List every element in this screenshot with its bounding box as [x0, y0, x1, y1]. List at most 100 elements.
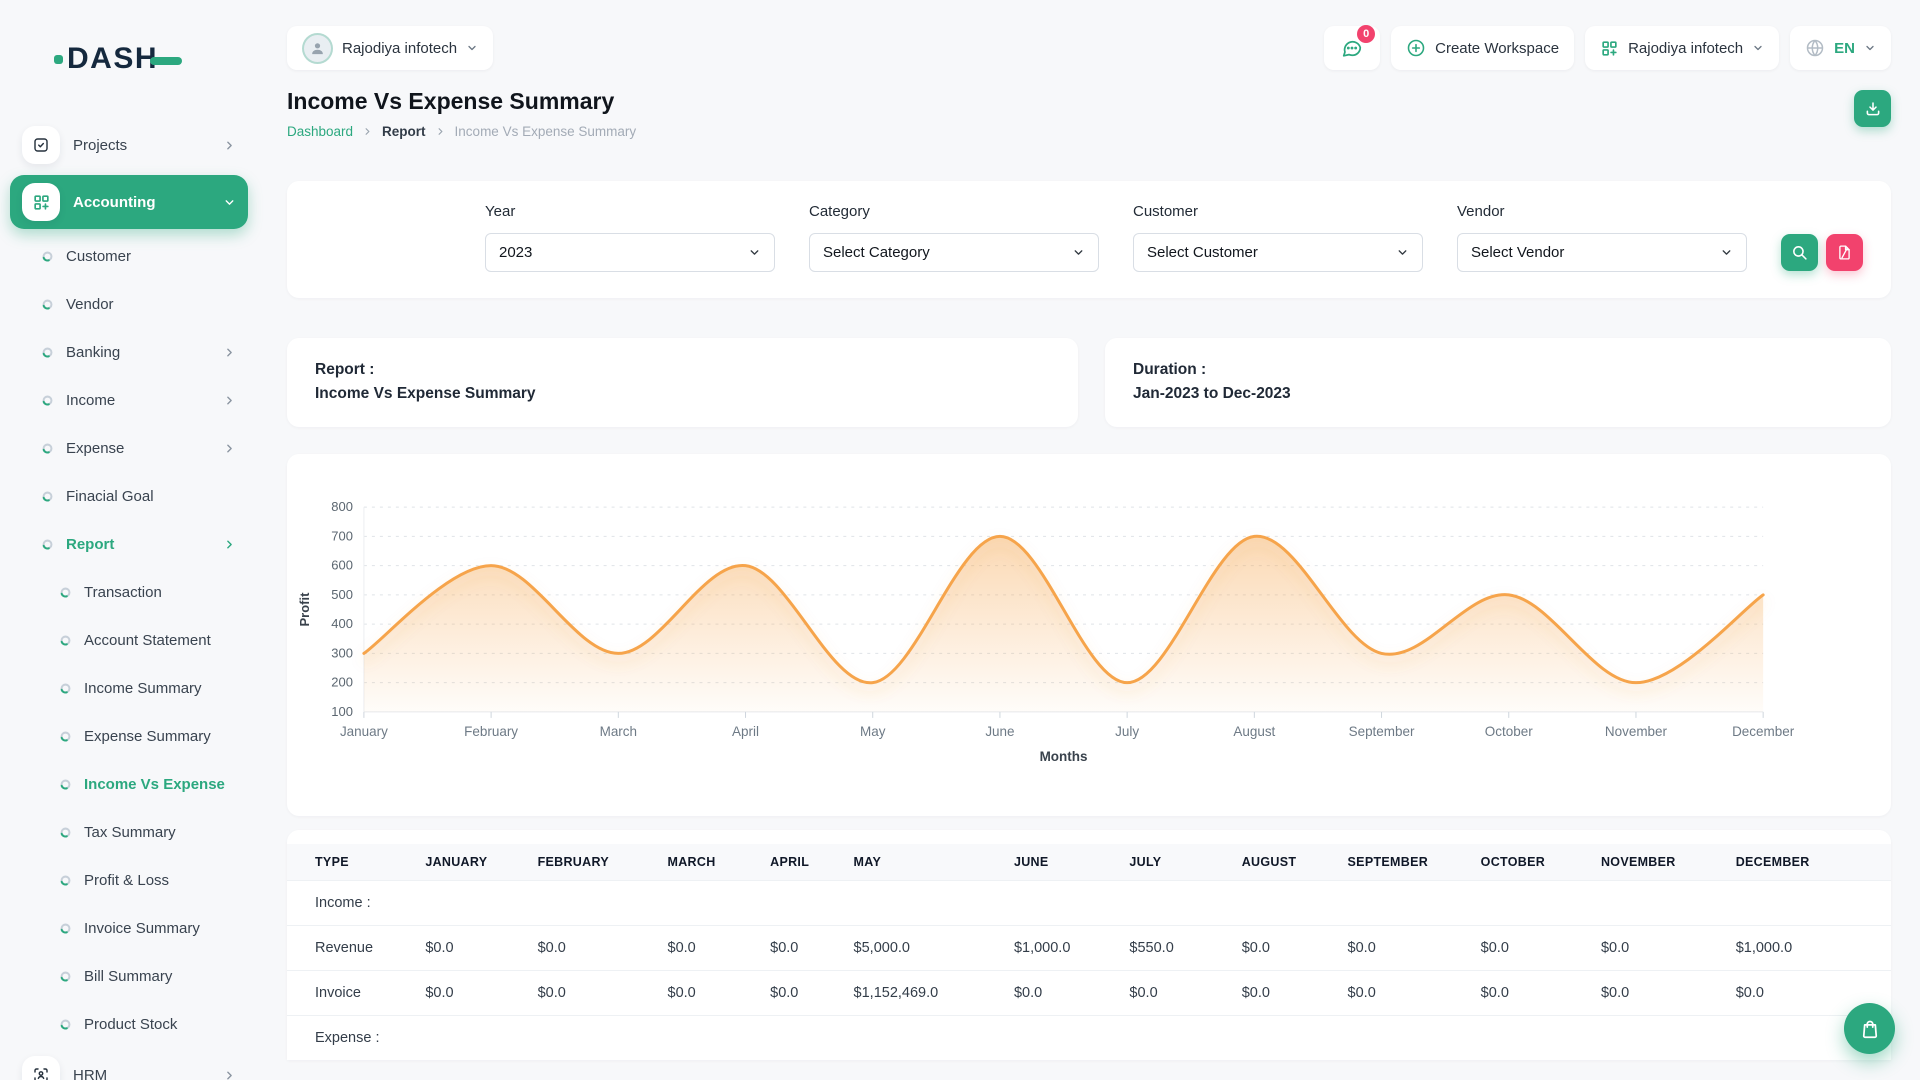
sidebar-item-label: Bill Summary: [84, 968, 172, 985]
sidebar-item-customer[interactable]: Customer: [10, 232, 248, 280]
sidebar-item-hrm[interactable]: HRM: [10, 1048, 248, 1080]
bullet-donut-icon: [42, 443, 53, 454]
sidebar-item-projects[interactable]: Projects: [10, 118, 248, 172]
breadcrumb-dashboard[interactable]: Dashboard: [287, 124, 353, 139]
duration-summary-card: Duration : Jan-2023 to Dec-2023: [1105, 338, 1891, 427]
chevron-right-icon: [435, 126, 446, 137]
svg-text:August: August: [1233, 724, 1275, 739]
bullet-donut-icon: [60, 683, 71, 694]
year-select[interactable]: 2023: [485, 233, 775, 272]
table-cell: $0.0: [1471, 971, 1591, 1016]
create-workspace-button[interactable]: Create Workspace: [1391, 26, 1574, 70]
table-header-cell: JUNE: [1004, 844, 1119, 881]
breadcrumb-current: Income Vs Expense Summary: [455, 124, 637, 139]
profit-chart-card: 100200300400500600700800JanuaryFebruaryM…: [287, 454, 1891, 816]
workspace-selector[interactable]: Rajodiya infotech: [287, 26, 493, 70]
chevron-down-icon: [1072, 246, 1085, 259]
category-select[interactable]: Select Category: [809, 233, 1099, 272]
sidebar-item-profit-loss[interactable]: Profit & Loss: [10, 856, 248, 904]
table-cell: $0.0: [760, 926, 843, 971]
clear-filter-button[interactable]: [1826, 234, 1863, 271]
topbar-actions: 0 Create Workspace Rajodiya infotech EN: [1324, 26, 1891, 70]
sidebar-item-vendor[interactable]: Vendor: [10, 280, 248, 328]
sidebar-item-report[interactable]: Report: [10, 520, 248, 568]
chevron-down-icon: [1396, 246, 1409, 259]
chevron-right-icon: [223, 1069, 236, 1080]
svg-text:400: 400: [331, 616, 353, 631]
chevron-down-icon: [1720, 246, 1733, 259]
page-title: Income Vs Expense Summary: [287, 88, 636, 115]
svg-text:200: 200: [331, 675, 353, 690]
filters-panel: Year 2023 Category Select Category Custo…: [287, 181, 1891, 298]
svg-text:October: October: [1485, 724, 1533, 739]
duration-value: Jan-2023 to Dec-2023: [1133, 382, 1863, 406]
download-report-button[interactable]: [1854, 90, 1891, 127]
chevron-down-icon: [466, 42, 478, 54]
sidebar-item-finacial-goal[interactable]: Finacial Goal: [10, 472, 248, 520]
floating-action-button[interactable]: [1844, 1003, 1895, 1054]
sidebar-item-income-summary[interactable]: Income Summary: [10, 664, 248, 712]
table-cell: $0.0: [658, 926, 761, 971]
accounting-icon: [22, 183, 60, 221]
report-summary-card: Report : Income Vs Expense Summary: [287, 338, 1078, 427]
sidebar-item-tax-summary[interactable]: Tax Summary: [10, 808, 248, 856]
table-cell: $0.0: [528, 971, 658, 1016]
sidebar-item-transaction[interactable]: Transaction: [10, 568, 248, 616]
sidebar-item-expense-summary[interactable]: Expense Summary: [10, 712, 248, 760]
table-cell: $0.0: [1338, 926, 1471, 971]
sidebar-item-banking[interactable]: Banking: [10, 328, 248, 376]
bullet-donut-icon: [60, 731, 71, 742]
sidebar-item-income-vs-expense[interactable]: Income Vs Expense: [10, 760, 248, 808]
clear-filter-icon: [1836, 244, 1853, 261]
grid-plus-icon: [1600, 39, 1619, 58]
messages-button[interactable]: 0: [1324, 26, 1380, 70]
bullet-donut-icon: [42, 395, 53, 406]
bullet-donut-icon: [60, 1019, 71, 1030]
apply-filter-button[interactable]: [1781, 234, 1818, 271]
table-cell: $0.0: [760, 971, 843, 1016]
table-header-cell: AUGUST: [1232, 844, 1338, 881]
sidebar: DASH Projects Accounting Customer VendorBan…: [0, 0, 258, 1080]
sidebar-item-account-statement[interactable]: Account Statement: [10, 616, 248, 664]
svg-text:Months: Months: [1040, 749, 1088, 764]
table-header-cell: TYPE: [287, 844, 415, 881]
sidebar-item-expense[interactable]: Expense: [10, 424, 248, 472]
chevron-right-icon: [223, 346, 236, 359]
sidebar-item-label: Report: [66, 536, 114, 553]
vendor-select[interactable]: Select Vendor: [1457, 233, 1747, 272]
main-content: Rajodiya infotech 0 Create Workspace Raj…: [258, 0, 1920, 1080]
table-cell: $0.0: [1591, 971, 1726, 1016]
bullet-donut-icon: [60, 779, 71, 790]
workspace-switcher[interactable]: Rajodiya infotech: [1585, 26, 1779, 70]
customer-select[interactable]: Select Customer: [1133, 233, 1423, 272]
chevron-right-icon: [223, 139, 236, 152]
bullet-donut-icon: [60, 827, 71, 838]
topbar: Rajodiya infotech 0 Create Workspace Raj…: [287, 26, 1891, 70]
brand-logo[interactable]: DASH: [10, 0, 248, 118]
workspace-name: Rajodiya infotech: [342, 40, 457, 57]
sidebar-item-invoice-summary[interactable]: Invoice Summary: [10, 904, 248, 952]
language-selector[interactable]: EN: [1790, 26, 1891, 70]
bullet-donut-icon: [42, 491, 53, 502]
sidebar-item-income[interactable]: Income: [10, 376, 248, 424]
sidebar-item-product-stock[interactable]: Product Stock: [10, 1000, 248, 1048]
breadcrumb-report[interactable]: Report: [382, 124, 426, 139]
sidebar-item-label: Accounting: [73, 194, 156, 211]
sidebar-item-label: Profit & Loss: [84, 872, 169, 889]
sidebar-item-bill-summary[interactable]: Bill Summary: [10, 952, 248, 1000]
chevron-down-icon: [1752, 42, 1764, 54]
chevron-down-icon: [1864, 42, 1876, 54]
svg-text:December: December: [1732, 724, 1795, 739]
sidebar-item-label: Customer: [66, 248, 131, 265]
table-row-label: Invoice: [287, 971, 415, 1016]
bullet-donut-icon: [60, 971, 71, 982]
table-cell: $1,152,469.0: [844, 971, 1004, 1016]
category-select-value: Select Category: [823, 244, 930, 261]
logo-dash-icon: [150, 57, 182, 65]
sidebar-item-accounting[interactable]: Accounting: [10, 175, 248, 229]
table-header-row: TYPEJANUARYFEBRUARYMARCHAPRILMAYJUNEJULY…: [287, 844, 1891, 881]
sidebar-item-label: Finacial Goal: [66, 488, 154, 505]
download-icon: [1864, 100, 1882, 118]
svg-text:300: 300: [331, 645, 353, 660]
table-row-label: Revenue: [287, 926, 415, 971]
